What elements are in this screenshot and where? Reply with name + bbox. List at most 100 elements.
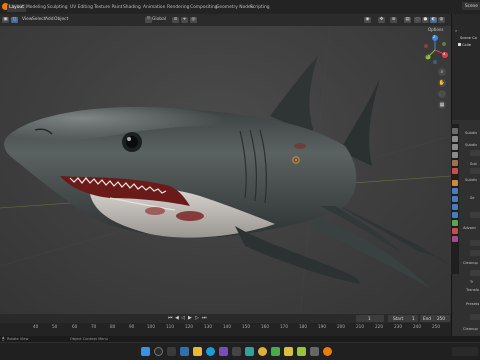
- transform-orientation-dropdown[interactable]: Global: [152, 17, 166, 22]
- system-tray[interactable]: [452, 347, 478, 356]
- app-icon-gray[interactable]: [310, 347, 319, 356]
- pan-hand-icon[interactable]: ✋: [438, 79, 446, 87]
- prop-label-advanced: Advanc: [463, 226, 477, 230]
- play-reverse-icon[interactable]: ◁: [181, 315, 185, 321]
- prop-label-tr: Tr: [470, 280, 474, 284]
- data-tab-icon[interactable]: [452, 220, 458, 226]
- end-frame-value: 250: [437, 316, 445, 321]
- editor-type-icon[interactable]: ▣: [2, 17, 9, 23]
- next-keyframe-icon[interactable]: ▷: [195, 315, 199, 321]
- render-tab-icon[interactable]: [452, 136, 458, 142]
- scene-label: Scene: [465, 3, 478, 8]
- tab-sculpting[interactable]: Sculpting: [47, 4, 68, 12]
- viewport-header: ▣ ◻ View Select Add Object ⤧ Global ⊙ ⌖ …: [0, 14, 451, 26]
- app-icon-dark[interactable]: [232, 347, 241, 356]
- jump-start-icon[interactable]: ⏮: [168, 315, 173, 321]
- timeline-tick: 200: [337, 324, 345, 329]
- gizmo-toggle-icon[interactable]: ✥: [378, 17, 385, 23]
- transform-orientation-icon[interactable]: ⤧: [145, 17, 152, 23]
- prev-keyframe-icon[interactable]: ◀: [175, 315, 179, 321]
- physics-tab-icon[interactable]: [452, 204, 458, 210]
- app-icon-purple[interactable]: [219, 347, 228, 356]
- texture-tab-icon[interactable]: [452, 236, 458, 242]
- options-dropdown[interactable]: Options: [428, 27, 443, 32]
- prop-label-subdiv-4: Subdiv: [465, 178, 478, 182]
- file-explorer-icon[interactable]: [193, 347, 202, 356]
- tab-shading[interactable]: Shading: [123, 4, 141, 12]
- prop-field-5[interactable]: [470, 250, 480, 256]
- shading-rendered-icon[interactable]: ◍: [438, 17, 445, 23]
- xray-icon[interactable]: ▤: [404, 17, 411, 23]
- camera-view-icon[interactable]: 🎥: [438, 90, 446, 98]
- select-box-icon[interactable]: ◻: [11, 17, 18, 23]
- output-tab-icon[interactable]: [452, 144, 458, 150]
- timeline-header: ⏮ ◀ ◁ ▶ ▷ ⏭ 1 Start 1 End 250: [0, 314, 451, 323]
- snap-icon[interactable]: ⌖: [181, 17, 188, 23]
- proportional-edit-icon[interactable]: ◎: [190, 17, 197, 23]
- status-right-text: Object Context Menu: [70, 336, 108, 341]
- jump-end-icon[interactable]: ⏭: [202, 315, 207, 321]
- outliner-item-scene-collection[interactable]: Scene Co: [460, 36, 477, 40]
- tab-rendering[interactable]: Rendering: [167, 4, 189, 12]
- tab-uv-editing[interactable]: UV Editing: [70, 4, 93, 12]
- outliner-item-collection[interactable]: Colle: [462, 43, 471, 47]
- edge-browser-icon[interactable]: [206, 347, 215, 356]
- collection-checkbox-icon[interactable]: [458, 43, 461, 46]
- overlays-icon[interactable]: ⊚: [390, 17, 397, 23]
- scene-tab-icon[interactable]: [452, 160, 458, 166]
- menu-select[interactable]: Select: [32, 17, 46, 22]
- pivot-icon[interactable]: ⊙: [172, 17, 179, 23]
- menu-object[interactable]: Object: [54, 17, 68, 22]
- app-icon-yellow[interactable]: [284, 347, 293, 356]
- task-view-icon[interactable]: [167, 347, 176, 356]
- outliner-search-icon[interactable]: ⌕: [455, 28, 457, 33]
- tab-compositing[interactable]: Compositing: [190, 4, 218, 12]
- timeline-tick: 160: [261, 324, 269, 329]
- app-icon-lime[interactable]: [297, 347, 306, 356]
- prop-field-1[interactable]: [470, 150, 480, 156]
- timeline-tick: 110: [166, 324, 174, 329]
- prop-label-cleanup-1: Cleanup: [463, 261, 478, 265]
- menu-add[interactable]: Add: [45, 17, 54, 22]
- menu-view[interactable]: View: [22, 17, 32, 22]
- tab-scripting[interactable]: Scripting: [250, 4, 270, 12]
- world-tab-icon[interactable]: [452, 168, 458, 174]
- windows-start-icon[interactable]: [141, 347, 150, 356]
- view-object-types-icon[interactable]: ◉: [364, 17, 371, 23]
- perspective-toggle-icon[interactable]: ▦: [438, 101, 446, 109]
- view-layer-tab-icon[interactable]: [452, 152, 458, 158]
- shading-material-icon[interactable]: ◐: [430, 17, 437, 23]
- tab-geometry-nodes[interactable]: Geometry Nodes: [216, 4, 253, 12]
- prop-field-4[interactable]: [470, 240, 480, 246]
- timeline-ruler[interactable]: 40 50 60 70 80 90 100 110 120 130 140 15…: [0, 323, 451, 336]
- particles-tab-icon[interactable]: [452, 196, 458, 202]
- tab-texture-paint[interactable]: Texture Paint: [94, 4, 122, 12]
- tab-layout[interactable]: Layout: [7, 4, 26, 12]
- timeline-tick: 190: [318, 324, 326, 329]
- timeline-tick: 170: [280, 324, 288, 329]
- shading-wireframe-icon[interactable]: ◌: [414, 17, 421, 23]
- prop-field-6[interactable]: [470, 270, 480, 276]
- play-icon[interactable]: ▶: [188, 315, 192, 321]
- tool-tab-icon[interactable]: [452, 128, 458, 134]
- shading-solid-icon[interactable]: ●: [422, 17, 429, 23]
- widgets-icon[interactable]: [180, 347, 189, 356]
- tab-modeling[interactable]: Modeling: [26, 4, 46, 12]
- constraints-tab-icon[interactable]: [452, 212, 458, 218]
- modifier-tab-icon[interactable]: [452, 188, 458, 194]
- search-icon[interactable]: [154, 347, 163, 356]
- prop-field-2[interactable]: [470, 168, 480, 174]
- 3d-viewport[interactable]: Z X Y Options ⌕ ✋ 🎥 ▦: [0, 26, 451, 314]
- zoom-icon[interactable]: ⌕: [438, 68, 446, 76]
- material-tab-icon[interactable]: [452, 228, 458, 234]
- blender-taskbar-icon[interactable]: [323, 347, 332, 356]
- timeline-tick: 220: [375, 324, 383, 329]
- prop-field-3[interactable]: [470, 212, 480, 218]
- prop-field-7[interactable]: [470, 314, 480, 320]
- tab-animation[interactable]: Animation: [143, 4, 165, 12]
- app-icon-teal[interactable]: [245, 347, 254, 356]
- app-icon-green[interactable]: [271, 347, 280, 356]
- object-tab-icon[interactable]: [452, 180, 458, 186]
- chrome-icon[interactable]: [258, 347, 267, 356]
- current-frame-value: 1: [368, 316, 371, 321]
